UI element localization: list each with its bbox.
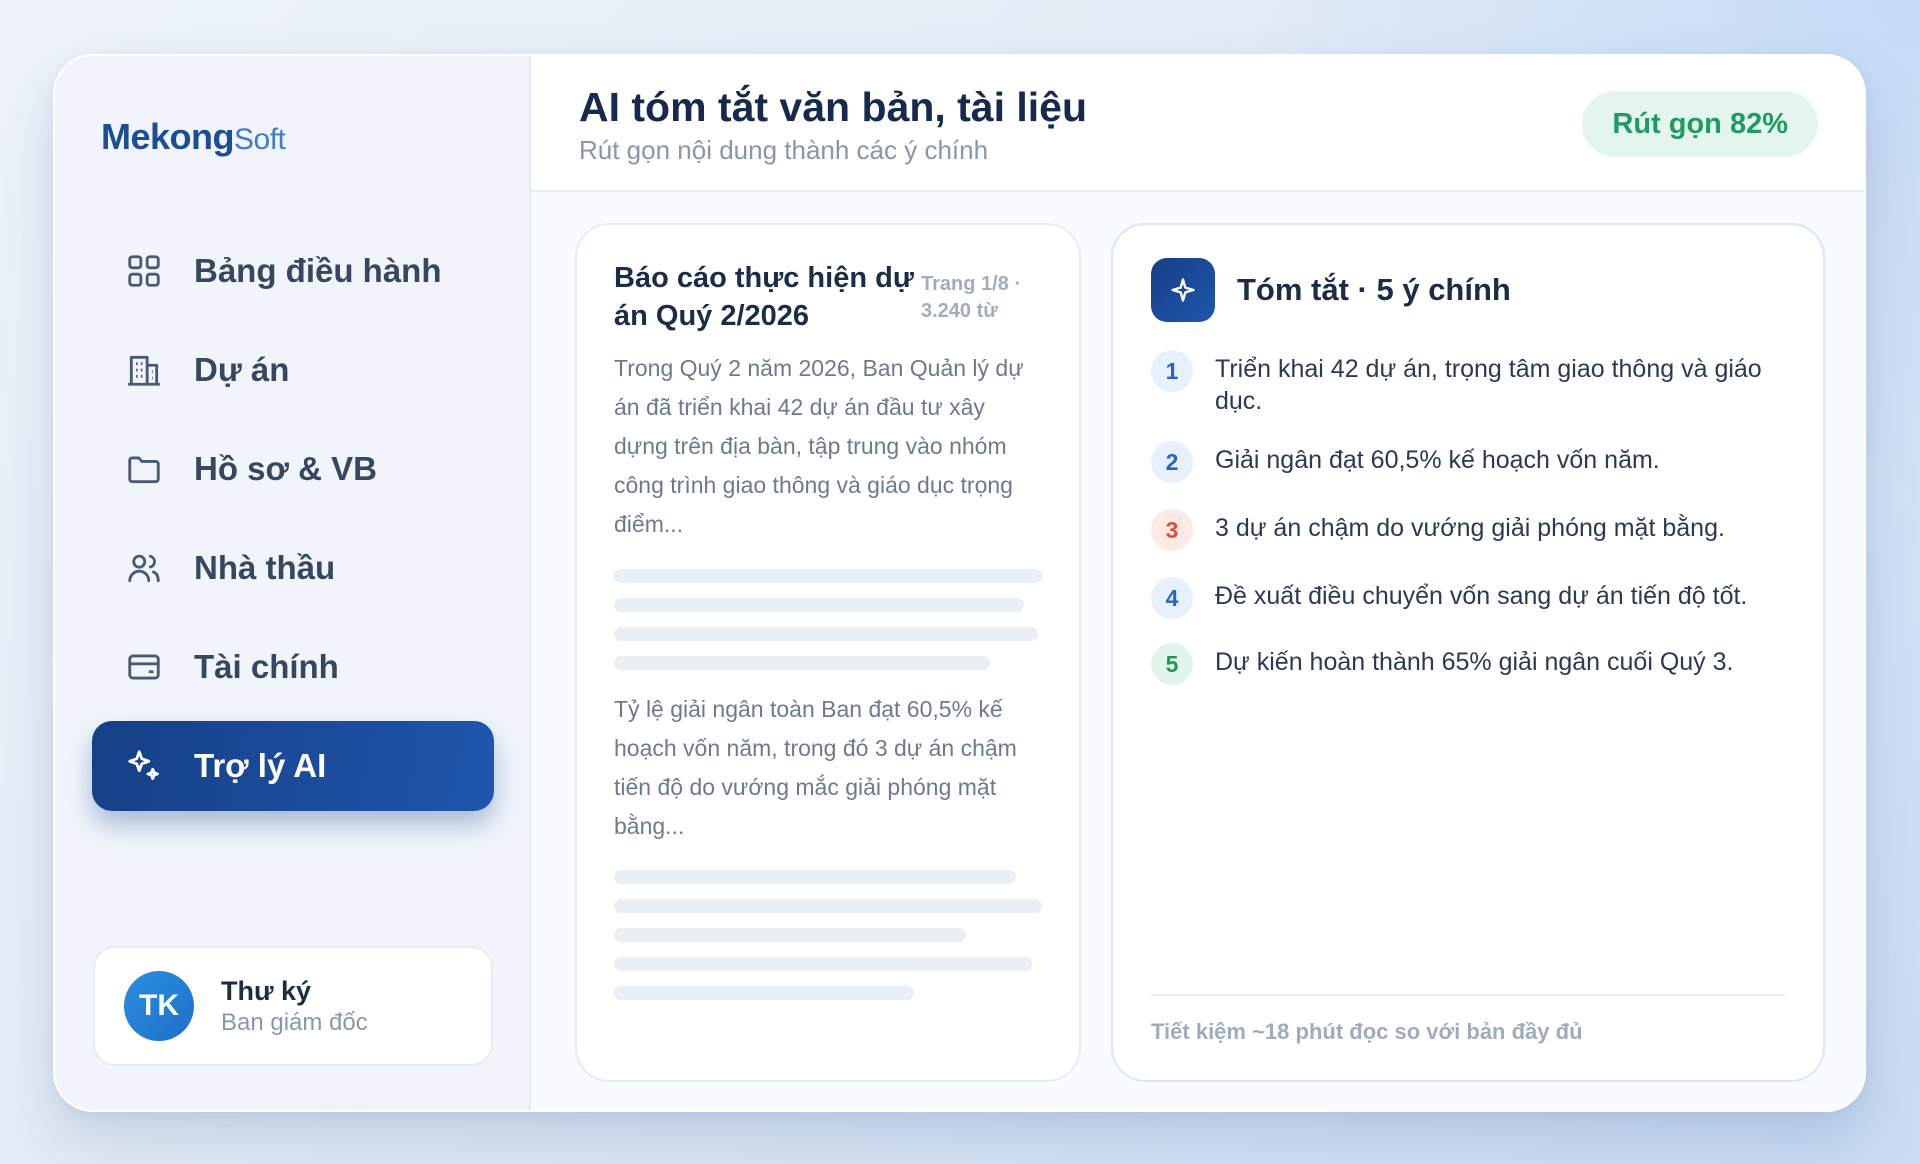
users-icon xyxy=(124,548,164,588)
list-item: 1 Triển khai 42 dự án, trọng tâm giao th… xyxy=(1151,350,1791,417)
wallet-card-icon xyxy=(124,647,164,687)
document-title: Báo cáo thực hiện dự án Quý 2/2026 xyxy=(614,262,914,332)
text-placeholder-line xyxy=(614,986,914,1000)
sidebar: MekongSoft Bảng điều hành Dự án Hồ sơ & … xyxy=(55,56,531,1110)
list-item: 5 Dự kiến hoàn thành 65% giải ngân cuối … xyxy=(1151,643,1791,685)
app-window: MekongSoft Bảng điều hành Dự án Hồ sơ & … xyxy=(53,54,1866,1112)
summary-card: Tóm tắt · 5 ý chính 1 Triển khai 42 dự á… xyxy=(1111,223,1825,1082)
brand-logo[interactable]: MekongSoft xyxy=(101,116,286,158)
building-icon xyxy=(124,350,164,390)
list-item: 2 Giải ngân đạt 60,5% kế hoạch vốn năm. xyxy=(1151,441,1791,483)
compression-badge: Rút gọn 82% xyxy=(1582,91,1818,157)
list-item: 4 Đề xuất điều chuyển vốn sang dự án tiế… xyxy=(1151,577,1791,619)
page-subtitle: Rút gọn nội dung thành các ý chính xyxy=(579,135,989,165)
summary-header: Tóm tắt · 5 ý chính xyxy=(1151,258,1511,322)
avatar: TK xyxy=(124,971,194,1041)
main-content: AI tóm tắt văn bản, tài liệu Rút gọn nội… xyxy=(531,56,1864,1110)
page-header: AI tóm tắt văn bản, tài liệu Rút gọn nội… xyxy=(531,56,1864,192)
document-preview-card[interactable]: Báo cáo thực hiện dự án Quý 2/2026 Trang… xyxy=(575,223,1081,1082)
user-role: Ban giám đốc xyxy=(221,1008,368,1036)
point-number: 2 xyxy=(1151,441,1193,483)
sidebar-item-dashboard[interactable]: Bảng điều hành xyxy=(92,226,494,316)
brand-name-main: Mekong xyxy=(101,116,235,157)
point-text: 3 dự án chậm do vướng giải phóng mặt bằn… xyxy=(1215,514,1725,542)
user-profile-card[interactable]: TK Thư ký Ban giám đốc xyxy=(93,946,493,1066)
text-placeholder-line xyxy=(614,870,1016,884)
text-placeholder-line xyxy=(614,569,1042,583)
point-text: Triển khai 42 dự án, trọng tâm giao thôn… xyxy=(1215,355,1762,415)
text-placeholder-line xyxy=(614,928,966,942)
sidebar-item-label: Trợ lý AI xyxy=(194,747,327,784)
point-text: Dự kiến hoàn thành 65% giải ngân cuối Qu… xyxy=(1215,648,1734,676)
folder-icon xyxy=(124,449,164,489)
page-title: AI tóm tắt văn bản, tài liệu xyxy=(579,84,1088,130)
summary-title: Tóm tắt · 5 ý chính xyxy=(1237,272,1511,307)
document-meta: Trang 1/8 · 3.240 từ xyxy=(921,273,1022,322)
text-placeholder-line xyxy=(614,627,1038,641)
sidebar-item-documents[interactable]: Hồ sơ & VB xyxy=(92,424,494,514)
text-placeholder-line xyxy=(614,656,990,670)
list-item: 3 3 dự án chậm do vướng giải phóng mặt b… xyxy=(1151,509,1791,551)
sidebar-item-label: Hồ sơ & VB xyxy=(194,450,377,487)
point-number: 5 xyxy=(1151,643,1193,685)
point-number: 3 xyxy=(1151,509,1193,551)
point-number: 4 xyxy=(1151,577,1193,619)
sidebar-item-ai-assistant[interactable]: Trợ lý AI xyxy=(92,721,494,811)
document-paragraph: Tỷ lệ giải ngân toàn Ban đạt 60,5% kế ho… xyxy=(614,696,1017,839)
document-paragraph: Trong Quý 2 năm 2026, Ban Quản lý dự án … xyxy=(614,355,1024,537)
sidebar-item-label: Bảng điều hành xyxy=(194,252,442,289)
text-placeholder-line xyxy=(614,899,1042,913)
text-placeholder-line xyxy=(614,598,1024,612)
brand-name-suffix: Soft xyxy=(234,123,286,156)
divider xyxy=(1151,994,1785,996)
sparkle-icon xyxy=(124,746,164,786)
sidebar-item-finance[interactable]: Tài chính xyxy=(92,622,494,712)
sparkle-icon xyxy=(1151,258,1215,322)
dashboard-grid-icon xyxy=(124,251,164,291)
sidebar-nav: Bảng điều hành Dự án Hồ sơ & VB Nhà thầu… xyxy=(92,226,494,820)
text-placeholder-line xyxy=(614,957,1032,971)
time-saved-note: Tiết kiệm ~18 phút đọc so với bản đầy đủ xyxy=(1151,1019,1583,1044)
point-text: Giải ngân đạt 60,5% kế hoạch vốn năm. xyxy=(1215,446,1660,474)
sidebar-item-label: Dự án xyxy=(194,351,290,388)
point-text: Đề xuất điều chuyển vốn sang dự án tiến … xyxy=(1215,582,1748,610)
sidebar-item-projects[interactable]: Dự án xyxy=(92,325,494,415)
summary-list: 1 Triển khai 42 dự án, trọng tâm giao th… xyxy=(1151,350,1791,685)
user-name: Thư ký xyxy=(221,975,312,1006)
sidebar-item-contractors[interactable]: Nhà thầu xyxy=(92,523,494,613)
sidebar-item-label: Tài chính xyxy=(194,648,339,685)
sidebar-item-label: Nhà thầu xyxy=(194,549,336,586)
point-number: 1 xyxy=(1151,350,1193,392)
